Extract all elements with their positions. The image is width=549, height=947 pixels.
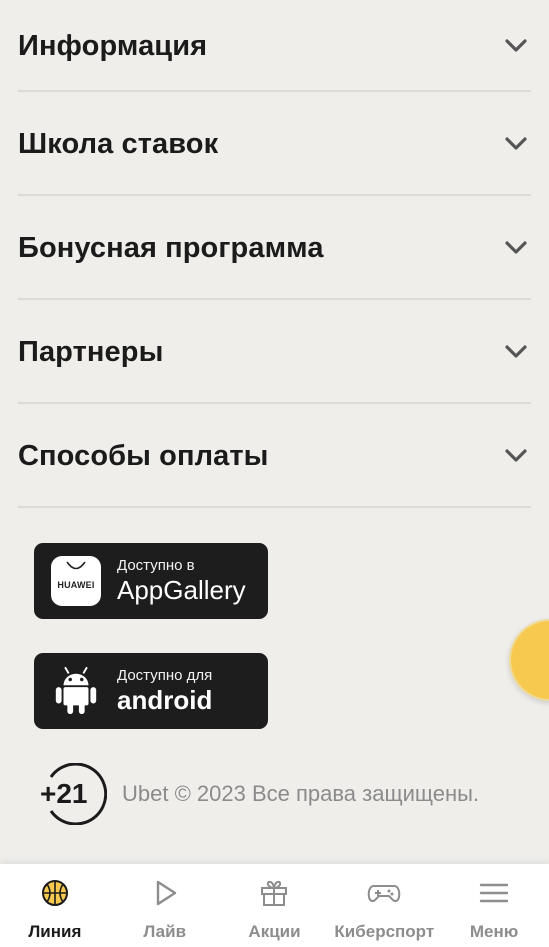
play-icon <box>148 878 182 908</box>
accordion-item-betting-school[interactable]: Школа ставок <box>18 92 531 196</box>
nav-item-live[interactable]: Лайв <box>110 864 220 947</box>
footer-accordion: Информация Школа ставок Бонусная програм… <box>18 0 531 508</box>
accordion-title: Бонусная программа <box>18 231 324 264</box>
chevron-down-icon <box>503 131 529 157</box>
appgallery-button[interactable]: HUAWEI Доступно в AppGallery <box>34 543 268 619</box>
store-name: AppGallery <box>117 575 246 605</box>
nav-label: Лайв <box>143 922 187 941</box>
floating-action-button[interactable] <box>509 619 549 701</box>
nav-label: Меню <box>469 922 519 941</box>
menu-icon <box>477 878 511 908</box>
android-icon <box>50 665 102 717</box>
accordion-item-partners[interactable]: Партнеры <box>18 300 531 404</box>
page: Информация Школа ставок Бонусная програм… <box>0 0 549 947</box>
nav-item-line[interactable]: Линия <box>0 864 110 947</box>
accordion-title: Способы оплаты <box>18 439 269 472</box>
copyright-text: Ubet © 2023 Все права защищены. <box>122 781 480 806</box>
huawei-appgallery-icon: HUAWEI <box>50 555 102 607</box>
nav-item-menu[interactable]: Меню <box>439 864 549 947</box>
nav-label: Линия <box>28 922 82 941</box>
chevron-down-icon <box>503 235 529 261</box>
store-name: android <box>117 685 213 715</box>
footer-info: +21 Ubet © 2023 Все права защищены. <box>39 762 480 826</box>
accordion-title: Информация <box>18 29 208 62</box>
nav-item-esports[interactable]: Киберспорт <box>329 864 439 947</box>
age-rating-text: +21 <box>40 778 88 809</box>
accordion-item-info[interactable]: Информация <box>18 0 531 92</box>
huawei-logo-text: HUAWEI <box>57 580 95 590</box>
accordion-item-payment-methods[interactable]: Способы оплаты <box>18 404 531 508</box>
accordion-title: Школа ставок <box>18 127 219 160</box>
store-caption: Доступно для <box>117 667 213 684</box>
chevron-down-icon <box>503 443 529 469</box>
android-button[interactable]: Доступно для android <box>34 653 268 729</box>
gift-icon <box>257 878 291 908</box>
accordion-title: Партнеры <box>18 335 164 368</box>
basketball-icon <box>38 878 72 908</box>
bottom-navigation: Линия Лайв Акции Киберспорт Меню <box>0 864 549 947</box>
nav-label: Акции <box>248 922 301 941</box>
accordion-item-bonus-program[interactable]: Бонусная программа <box>18 196 531 300</box>
nav-item-promotions[interactable]: Акции <box>220 864 330 947</box>
nav-label: Киберспорт <box>334 922 435 941</box>
chevron-down-icon <box>503 33 529 59</box>
age-rating-icon: +21 <box>39 762 108 826</box>
chevron-down-icon <box>503 339 529 365</box>
gamepad-icon <box>367 878 401 908</box>
store-caption: Доступно в <box>117 557 195 574</box>
